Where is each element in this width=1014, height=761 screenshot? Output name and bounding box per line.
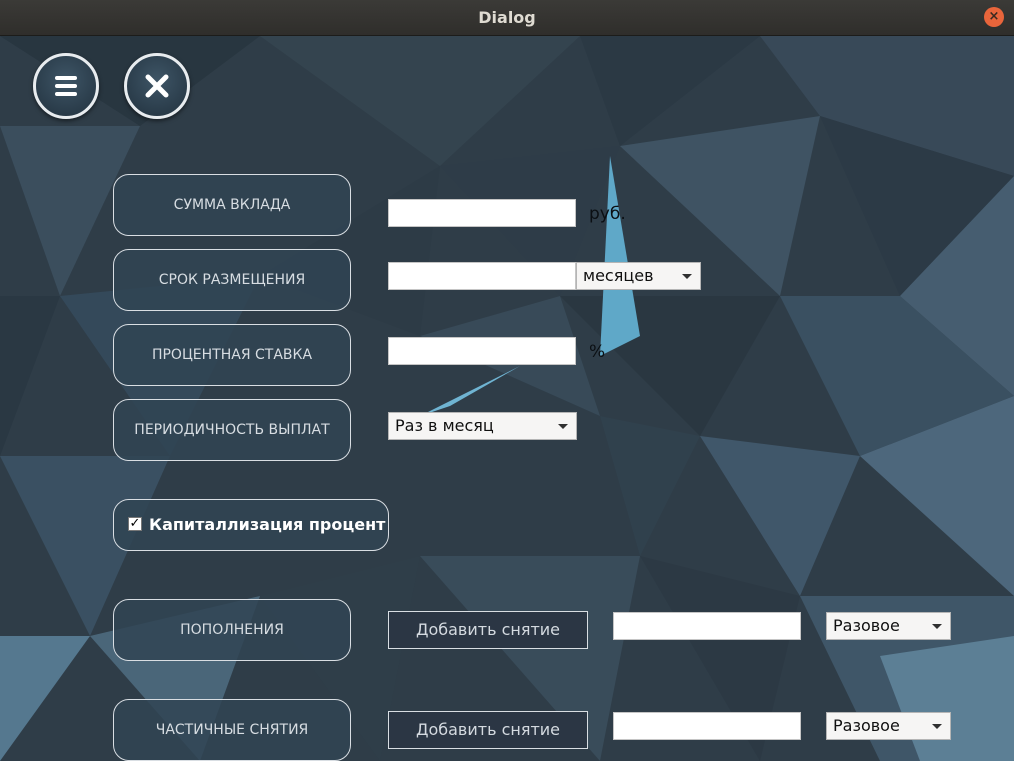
chevron-down-icon [932, 624, 942, 629]
withdrawals-type-select[interactable]: Разовое [826, 712, 951, 740]
deposits-label[interactable]: ПОПОЛНЕНИЯ [113, 599, 351, 661]
deposit-unit: руб. [589, 204, 626, 224]
deposit-amount-input[interactable] [388, 199, 576, 227]
payout-frequency-value: Раз в месяц [395, 416, 494, 435]
term-unit-select[interactable]: месяцев [576, 262, 701, 290]
chevron-down-icon [558, 424, 568, 429]
window-close-button[interactable]: × [984, 7, 1004, 27]
payout-frequency-select[interactable]: Раз в месяц [388, 412, 577, 440]
withdrawals-type-value: Разовое [833, 716, 900, 735]
window-titlebar: Dialog × [0, 0, 1014, 36]
rate-unit: % [589, 342, 606, 362]
dialog-content: СУММА ВКЛАДА руб. СРОК РАЗМЕЩЕНИЯ месяце… [0, 36, 1014, 761]
chevron-down-icon [682, 274, 692, 279]
close-button[interactable] [124, 53, 190, 119]
withdrawals-add-button[interactable]: Добавить снятие [388, 711, 588, 749]
window-title: Dialog [478, 8, 536, 27]
close-icon [145, 74, 169, 98]
withdrawals-label[interactable]: ЧАСТИЧНЫЕ СНЯТИЯ [113, 699, 351, 761]
term-label[interactable]: СРОК РАЗМЕЩЕНИЯ [113, 249, 351, 311]
capitalization-label: Капиталлизация процент [149, 515, 386, 534]
deposits-add-button[interactable]: Добавить снятие [388, 611, 588, 649]
payout-frequency-label[interactable]: ПЕРИОДИЧНОСТЬ ВЫПЛАТ [113, 399, 351, 461]
interest-rate-label[interactable]: ПРОЦЕНТНАЯ СТАВКА [113, 324, 351, 386]
term-input[interactable] [388, 262, 576, 290]
capitalization-checkbox[interactable]: ✓ [128, 517, 142, 531]
withdrawals-amount-input[interactable] [613, 712, 801, 740]
interest-rate-input[interactable] [388, 337, 576, 365]
chevron-down-icon [932, 724, 942, 729]
deposits-amount-input[interactable] [613, 612, 801, 640]
menu-button[interactable] [33, 53, 99, 119]
menu-icon [55, 76, 77, 96]
deposits-type-select[interactable]: Разовое [826, 612, 951, 640]
deposit-amount-label[interactable]: СУММА ВКЛАДА [113, 174, 351, 236]
capitalization-option[interactable]: ✓ Капиталлизация процент [113, 499, 389, 551]
deposits-type-value: Разовое [833, 616, 900, 635]
term-unit-value: месяцев [583, 266, 654, 285]
